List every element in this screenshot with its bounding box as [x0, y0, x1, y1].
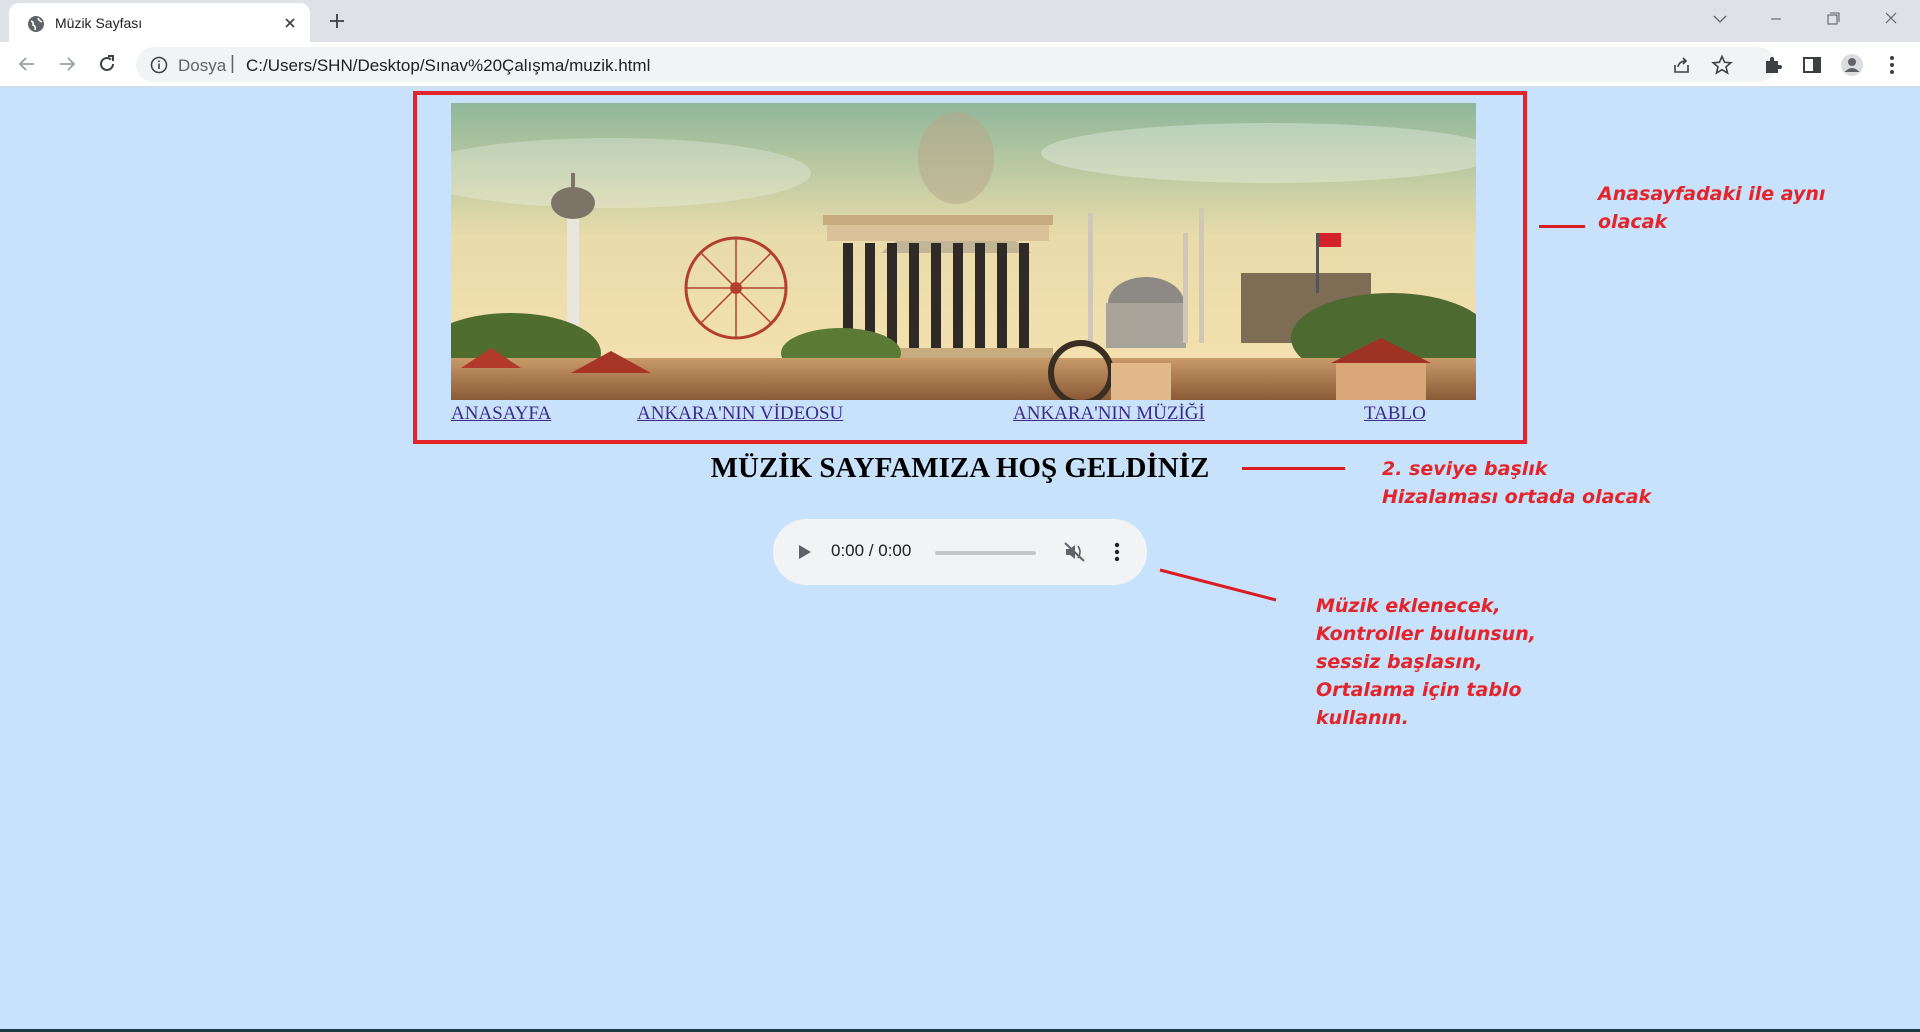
annotation-header-note: Anasayfadaki ile aynı olacak — [1598, 183, 1826, 233]
back-arrow-icon[interactable] — [15, 52, 39, 76]
page-heading: MÜZİK SAYFAMIZA HOŞ GELDİNİZ — [710, 452, 1210, 484]
close-icon[interactable] — [1878, 8, 1904, 30]
share-icon[interactable] — [1671, 54, 1693, 76]
annotation-audio-note: Müzik eklenecek, Kontroller bulunsun, se… — [1316, 595, 1536, 729]
minimize-icon[interactable] — [1763, 8, 1789, 30]
url-separator: | — [230, 53, 235, 74]
info-icon[interactable] — [150, 56, 168, 74]
restore-icon[interactable] — [1820, 8, 1846, 30]
audio-progress-slider[interactable] — [935, 551, 1036, 555]
chevron-down-icon[interactable] — [1707, 8, 1733, 30]
browser-toolbar: Dosya | C:/Users/SHN/Desktop/Sınav%20Çal… — [0, 42, 1920, 87]
reload-icon[interactable] — [95, 52, 119, 76]
nav-link-ankara-video[interactable]: ANKARA'NIN VİDEOSU — [637, 403, 843, 425]
puzzle-icon[interactable] — [1761, 53, 1785, 77]
kebab-menu-icon[interactable] — [1105, 540, 1129, 564]
play-icon[interactable] — [793, 541, 815, 563]
browser-tab[interactable]: Müzik Sayfası — [9, 3, 310, 42]
annotation-line-header — [1539, 225, 1585, 228]
url-scheme-label: Dosya — [178, 56, 227, 75]
tab-strip: Müzik Sayfası — [0, 0, 1920, 42]
page-content: ANASAYFA ANKARA'NIN VİDEOSU ANKARA'NIN M… — [0, 88, 1920, 1032]
nav-link-tablo[interactable]: TABLO — [1364, 403, 1426, 425]
tab-title: Müzik Sayfası — [55, 15, 143, 31]
annotation-line-audio — [1159, 568, 1277, 602]
kebab-menu-icon[interactable] — [1880, 53, 1904, 77]
audio-time: 0:00 / 0:00 — [831, 541, 912, 560]
muted-speaker-icon[interactable] — [1063, 540, 1087, 564]
forward-arrow-icon[interactable] — [55, 52, 79, 76]
globe-icon — [28, 16, 44, 32]
star-icon[interactable] — [1711, 54, 1733, 76]
ankara-banner-image — [451, 103, 1476, 400]
profile-icon[interactable] — [1840, 53, 1864, 77]
annotation-line-heading — [1242, 467, 1345, 470]
nav-link-ankara-muzik[interactable]: ANKARA'NIN MÜZİĞİ — [1013, 403, 1205, 425]
address-bar[interactable]: Dosya | C:/Users/SHN/Desktop/Sınav%20Çal… — [136, 47, 1776, 82]
url-text[interactable]: C:/Users/SHN/Desktop/Sınav%20Çalışma/muz… — [246, 56, 650, 76]
nav-link-anasayfa[interactable]: ANASAYFA — [451, 403, 551, 425]
side-panel-icon[interactable] — [1800, 53, 1824, 77]
close-icon[interactable] — [280, 13, 300, 33]
plus-icon[interactable] — [326, 10, 348, 32]
annotation-heading-note: 2. seviye başlık Hizalaması ortada olaca… — [1382, 458, 1652, 508]
header-highlight-box: ANASAYFA ANKARA'NIN VİDEOSU ANKARA'NIN M… — [413, 91, 1527, 444]
audio-player: 0:00 / 0:00 — [773, 519, 1147, 585]
